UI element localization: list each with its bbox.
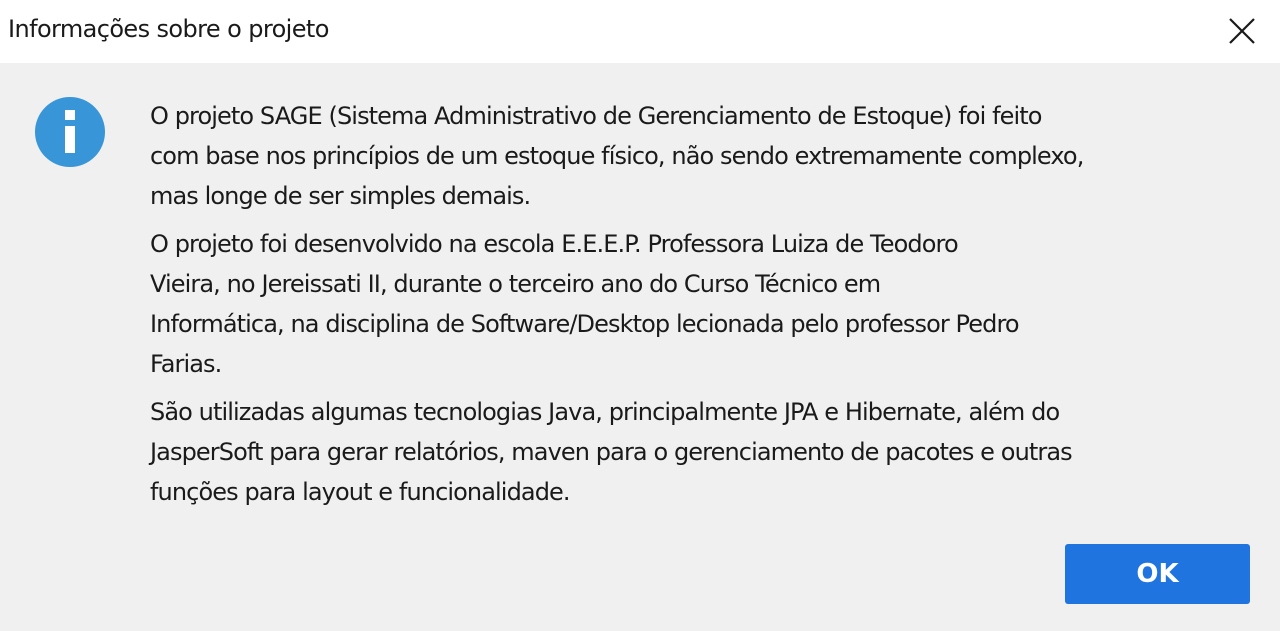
title-bar: Informações sobre o projeto [0, 0, 1280, 63]
message-line: JasperSoft para gerar relatórios, maven … [150, 438, 1073, 466]
message-line: mas longe de ser simples demais. [150, 182, 531, 210]
message-body: O projeto SAGE (Sistema Administrativo d… [150, 96, 1260, 520]
message-line: com base nos princípios de um estoque fí… [150, 142, 1084, 170]
message-line: São utilizadas algumas tecnologias Java,… [150, 398, 1060, 426]
dialog-title: Informações sobre o projeto [8, 15, 329, 43]
message-line: Farias. [150, 350, 222, 378]
message-line: Vieira, no Jereissati II, durante o terc… [150, 270, 881, 298]
message-paragraph-1: O projeto SAGE (Sistema Administrativo d… [150, 96, 1260, 216]
message-line: funções para layout e funcionalidade. [150, 478, 571, 506]
message-paragraph-3: São utilizadas algumas tecnologias Java,… [150, 392, 1260, 512]
message-line: Informática, na disciplina de Software/D… [150, 310, 1020, 338]
close-button[interactable] [1200, 0, 1280, 63]
message-paragraph-2: O projeto foi desenvolvido na escola E.E… [150, 224, 1260, 384]
ok-button[interactable]: OK [1065, 544, 1250, 604]
message-line: O projeto foi desenvolvido na escola E.E… [150, 230, 959, 258]
info-icon [35, 97, 105, 167]
info-dialog: Informações sobre o projeto O projeto SA… [0, 0, 1280, 631]
close-icon [1229, 18, 1255, 44]
message-line: O projeto SAGE (Sistema Administrativo d… [150, 102, 1042, 130]
